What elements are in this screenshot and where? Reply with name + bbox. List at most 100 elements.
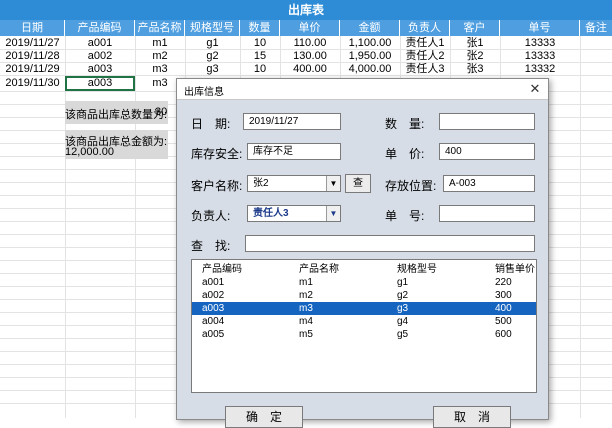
chevron-down-icon[interactable]: ▼ (326, 206, 340, 221)
cell-name[interactable]: m1 (135, 37, 185, 50)
dialog-titlebar[interactable]: 出库信息 ✕ (177, 79, 548, 100)
customer-combo[interactable]: 张2 ▼ (247, 175, 341, 192)
cell-spec[interactable]: g2 (185, 50, 240, 63)
list-header: 产品编码 (202, 264, 242, 275)
order-number-field[interactable] (439, 205, 535, 222)
cell-owner[interactable]: 责任人1 (400, 37, 450, 50)
list-cell: g5 (397, 329, 409, 340)
grid-line (135, 36, 136, 418)
cell-code[interactable]: a002 (65, 50, 135, 63)
col-header-customer[interactable]: 客户 (450, 20, 500, 36)
list-header: 销售单价 (495, 264, 535, 275)
cell-name[interactable]: m2 (135, 50, 185, 63)
list-cell: 500 (495, 316, 512, 327)
cell-amount[interactable]: 1,950.00 (340, 50, 400, 63)
list-item[interactable]: a004 m4 g4 500 (192, 315, 536, 328)
list-cell: 600 (495, 329, 512, 340)
cell-customer[interactable]: 张2 (450, 50, 500, 63)
list-cell: 400 (495, 303, 512, 314)
cell-date[interactable]: 2019/11/30 (0, 77, 65, 90)
col-header-remark[interactable]: 备注 (580, 20, 612, 36)
list-cell: a001 (202, 277, 225, 288)
cell-price[interactable]: 110.00 (280, 37, 340, 50)
stock-safety-field[interactable]: 库存不足 (247, 143, 341, 160)
outbound-info-dialog: 出库信息 ✕ 日 期: 2019/11/27 数 量: 库存安全: 库存不足 单… (176, 78, 549, 428)
grid-line (65, 36, 66, 418)
cell-name[interactable]: m3 (135, 63, 185, 76)
list-cell: g1 (397, 277, 409, 288)
col-header-amount[interactable]: 金额 (340, 20, 400, 36)
list-cell: 220 (495, 277, 512, 288)
cell-order[interactable]: 13332 (500, 63, 580, 76)
cell-date[interactable]: 2019/11/27 (0, 37, 65, 50)
owner-combo[interactable]: 责任人3 ▼ (247, 205, 341, 222)
list-cell: m5 (299, 329, 313, 340)
cell-spec[interactable]: g1 (185, 37, 240, 50)
cell-price[interactable]: 400.00 (280, 63, 340, 76)
cell-code[interactable]: a001 (65, 37, 135, 50)
list-header: 规格型号 (397, 264, 437, 275)
col-header-code[interactable]: 产品编码 (65, 20, 135, 36)
col-header-date[interactable]: 日期 (0, 20, 65, 36)
col-header-owner[interactable]: 负责人 (400, 20, 450, 36)
close-icon[interactable]: ✕ (526, 80, 544, 98)
cell-amount[interactable]: 4,000.00 (340, 63, 400, 76)
chevron-down-icon[interactable]: ▼ (326, 176, 340, 191)
col-header-spec[interactable]: 规格型号 (185, 20, 240, 36)
cancel-button[interactable]: 取 消 (433, 406, 511, 428)
table-row: 2019/11/29 a003 m3 g3 10 400.00 4,000.00… (0, 63, 612, 76)
amount-summary-value: 12,000.00 (65, 146, 114, 158)
col-header-order[interactable]: 单号 (500, 20, 580, 36)
cell-price[interactable]: 130.00 (280, 50, 340, 63)
cell-owner[interactable]: 责任人3 (400, 63, 450, 76)
ok-button[interactable]: 确 定 (225, 406, 303, 428)
customer-combo-value: 张2 (253, 178, 269, 189)
cell-customer[interactable]: 张1 (450, 37, 500, 50)
product-listbox[interactable]: 产品编码 产品名称 规格型号 销售单价 a001 m1 g1 220 a002 … (191, 259, 537, 393)
owner-label: 负责人: (191, 209, 231, 223)
list-cell: a005 (202, 329, 225, 340)
query-button[interactable]: 查 (345, 174, 371, 193)
location-field[interactable]: A-003 (443, 175, 535, 192)
cell-date[interactable]: 2019/11/29 (0, 63, 65, 76)
cell-qty[interactable]: 10 (240, 63, 280, 76)
active-cell-outline (65, 76, 135, 91)
date-field[interactable]: 2019/11/27 (243, 113, 341, 130)
stock-safety-label: 库存安全: (191, 147, 243, 161)
col-header-name[interactable]: 产品名称 (135, 20, 185, 36)
list-cell: m1 (299, 277, 313, 288)
list-item[interactable]: a001 m1 g1 220 (192, 276, 536, 289)
date-label: 日 期: (191, 117, 231, 131)
cell-customer[interactable]: 张3 (450, 63, 500, 76)
list-cell: m3 (299, 303, 313, 314)
owner-combo-value: 责任人3 (253, 208, 289, 219)
col-header-price[interactable]: 单价 (280, 20, 340, 36)
cell-amount[interactable]: 1,100.00 (340, 37, 400, 50)
price-label: 单 价: (385, 147, 425, 161)
customer-label: 客户名称: (191, 179, 243, 193)
order-number-label: 单 号: (385, 209, 425, 223)
cell-order[interactable]: 13333 (500, 50, 580, 63)
cell-order[interactable]: 13333 (500, 37, 580, 50)
cell-owner[interactable]: 责任人2 (400, 50, 450, 63)
table-row: 2019/11/28 a002 m2 g2 15 130.00 1,950.00… (0, 50, 612, 63)
list-cell: a002 (202, 290, 225, 301)
cell-spec[interactable]: g3 (185, 63, 240, 76)
list-cell: 300 (495, 290, 512, 301)
qty-summary-label: 该商品出库总数量为: (65, 109, 168, 121)
cell-qty[interactable]: 15 (240, 50, 280, 63)
list-item-selected[interactable]: a003 m3 g3 400 (192, 302, 536, 315)
list-header: 产品名称 (299, 264, 339, 275)
list-item[interactable]: a005 m5 g5 600 (192, 328, 536, 341)
qty-label: 数 量: (385, 117, 425, 131)
price-field[interactable]: 400 (439, 143, 535, 160)
qty-field[interactable] (439, 113, 535, 130)
col-header-qty[interactable]: 数量 (240, 20, 280, 36)
cell-code[interactable]: a003 (65, 63, 135, 76)
cell-qty[interactable]: 10 (240, 37, 280, 50)
grid-line (580, 36, 581, 418)
search-field[interactable] (245, 235, 535, 252)
list-item[interactable]: a002 m2 g2 300 (192, 289, 536, 302)
cell-date[interactable]: 2019/11/28 (0, 50, 65, 63)
sheet-title: 出库表 (0, 0, 612, 20)
